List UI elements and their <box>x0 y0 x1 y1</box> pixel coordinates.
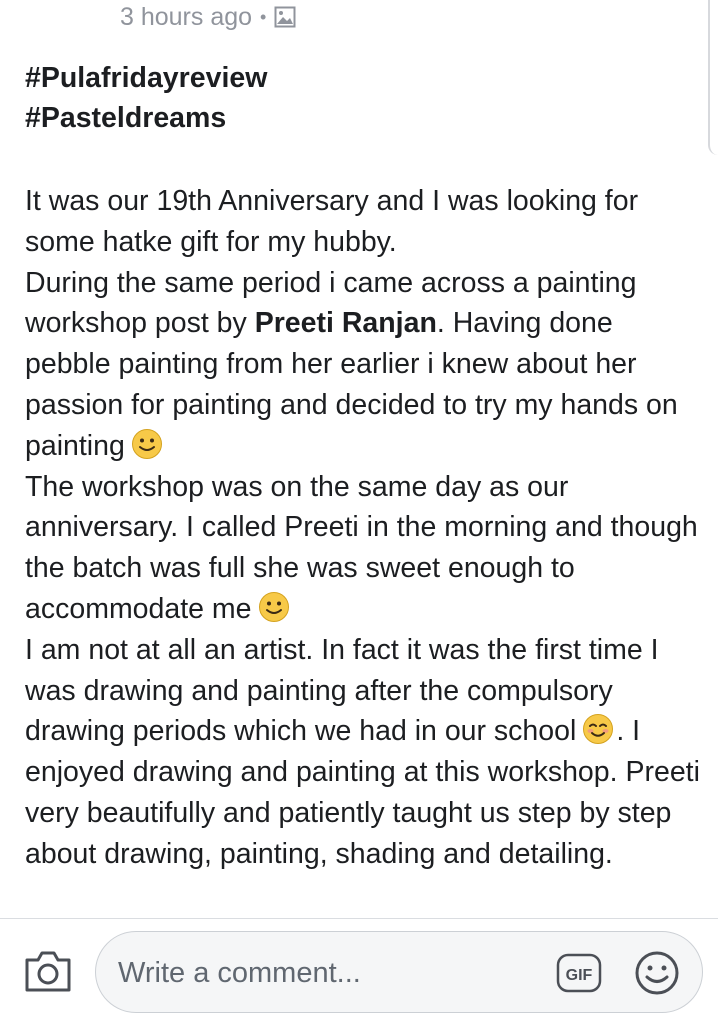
photo-icon <box>274 6 296 28</box>
comment-input[interactable] <box>116 948 540 998</box>
post-text: It was our 19th Anniversary and I was lo… <box>25 181 700 875</box>
post-paragraph: It was our 19th Anniversary and I was lo… <box>25 181 700 263</box>
post-timestamp[interactable]: 3 hours ago <box>120 3 252 32</box>
post-paragraph: During the same period i came across a p… <box>25 263 700 467</box>
smiley-emoji-icon <box>131 428 162 459</box>
text-line: I am not at all an artist. In fact it wa… <box>25 633 659 748</box>
comment-bar: GIF <box>0 919 718 1024</box>
camera-icon[interactable] <box>23 948 73 994</box>
hashtag-link[interactable]: #Pulafridayreview <box>25 58 700 98</box>
mention-link[interactable]: Preeti Ranjan <box>255 307 437 339</box>
comment-box: GIF <box>95 931 703 1013</box>
smiley-emoji-icon <box>258 591 289 622</box>
post-meta: 3 hours ago • <box>120 2 296 32</box>
text-line: The workshop was on the same day as our … <box>25 470 698 625</box>
gif-label: GIF <box>566 967 593 984</box>
meta-separator: • <box>260 6 267 27</box>
scroll-edge <box>708 0 718 155</box>
hashtag-block: #Pulafridayreview #Pasteldreams <box>25 58 700 138</box>
post-paragraph: The workshop was on the same day as our … <box>25 467 700 630</box>
smiley-icon[interactable] <box>633 949 681 997</box>
post-paragraph: I am not at all an artist. In fact it wa… <box>25 630 700 875</box>
post-body: #Pulafridayreview #Pasteldreams It was o… <box>25 58 700 875</box>
hashtag-link[interactable]: #Pasteldreams <box>25 98 700 138</box>
gif-icon: GIF <box>556 953 602 993</box>
blush-emoji-icon <box>583 714 614 745</box>
gif-button[interactable]: GIF <box>556 950 602 996</box>
text-line: It was our 19th Anniversary and I was lo… <box>25 185 639 258</box>
